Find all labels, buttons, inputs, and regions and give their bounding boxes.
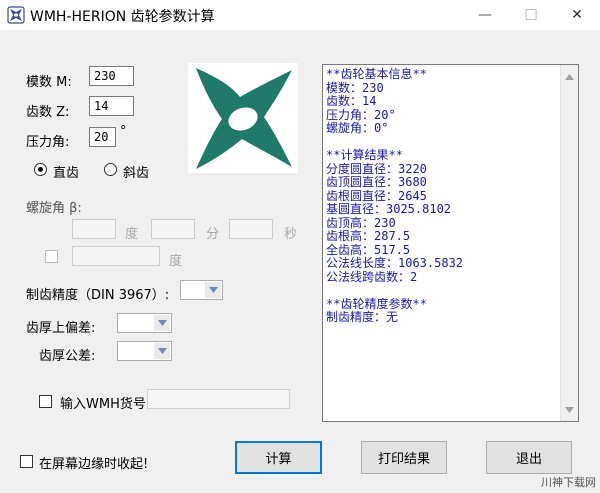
- decimal-degree-input[interactable]: [72, 246, 160, 266]
- module-input[interactable]: 230: [89, 66, 134, 86]
- combo-arrow-icon: [154, 315, 170, 331]
- collapse-edge-checkbox[interactable]: [20, 455, 33, 468]
- combo-arrow-icon: [154, 343, 170, 359]
- helix-second-unit: 秒: [284, 227, 298, 242]
- combo-arrow-icon: [205, 282, 221, 298]
- pressure-angle-label: 压力角:: [26, 135, 70, 150]
- print-result-button[interactable]: 打印结果: [361, 441, 447, 474]
- thickness-tolerance-label: 齿厚公差:: [39, 349, 96, 364]
- wmh-part-input[interactable]: [147, 389, 290, 409]
- app-icon: [7, 6, 25, 24]
- helix-minute-unit: 分: [206, 227, 220, 242]
- wmh-part-checkbox[interactable]: [39, 395, 52, 408]
- collapse-edge-label[interactable]: 在屏幕边缘时收起!: [39, 453, 148, 472]
- upper-deviation-select[interactable]: [117, 313, 172, 333]
- helix-second-input[interactable]: [229, 219, 273, 239]
- teeth-input[interactable]: 14: [89, 96, 134, 116]
- exit-button[interactable]: 退出: [486, 441, 572, 474]
- module-label: 模数 M:: [26, 75, 72, 90]
- maximize-button[interactable]: ☐: [508, 0, 554, 30]
- title-bar[interactable]: WMH-HERION 齿轮参数计算 — ☐ ✕: [0, 0, 600, 30]
- teeth-label: 齿数 Z:: [26, 105, 70, 120]
- result-text: **齿轮基本信息** 模数：230 齿数：14 压力角：20° 螺旋角：0° *…: [326, 67, 464, 324]
- decimal-degree-unit: 度: [169, 254, 183, 269]
- wmh-part-label[interactable]: 输入WMH货号: [60, 393, 146, 412]
- close-button[interactable]: ✕: [554, 0, 600, 30]
- scroll-up-arrow-icon[interactable]: [565, 69, 574, 84]
- maximize-icon: ☐: [524, 6, 538, 24]
- minimize-button[interactable]: —: [462, 0, 508, 30]
- helical-gear-radio[interactable]: [104, 163, 117, 176]
- scroll-down-arrow-icon[interactable]: [565, 402, 574, 417]
- spur-gear-radio[interactable]: [34, 163, 47, 176]
- company-logo: [188, 63, 298, 173]
- upper-deviation-label: 齿厚上偏差:: [26, 321, 96, 336]
- helix-degree-unit: 度: [125, 227, 139, 242]
- decimal-degree-checkbox[interactable]: [45, 250, 58, 263]
- app-window: WMH-HERION 齿轮参数计算 — ☐ ✕ 模数 M: 230 齿数 Z: …: [0, 0, 600, 493]
- minimize-icon: —: [478, 7, 492, 23]
- spur-gear-label[interactable]: 直齿: [53, 162, 79, 181]
- helix-degree-input[interactable]: [72, 219, 116, 239]
- window-title: WMH-HERION 齿轮参数计算: [30, 9, 215, 25]
- degree-unit: °: [120, 124, 127, 139]
- site-watermark: 川神下载网: [541, 476, 596, 489]
- calculate-button[interactable]: 计算: [235, 441, 322, 474]
- precision-select[interactable]: [180, 280, 223, 300]
- pressure-angle-input[interactable]: 20: [89, 127, 116, 147]
- helix-angle-label: 螺旋角 β:: [26, 201, 82, 216]
- result-scrollbar[interactable]: [560, 65, 578, 421]
- helix-minute-input[interactable]: [151, 219, 195, 239]
- precision-label: 制齿精度（DIN 3967）:: [26, 288, 170, 303]
- result-textbox[interactable]: **齿轮基本信息** 模数：230 齿数：14 压力角：20° 螺旋角：0° *…: [322, 64, 579, 422]
- helical-gear-label[interactable]: 斜齿: [123, 162, 149, 181]
- close-icon: ✕: [571, 7, 583, 23]
- thickness-tolerance-select[interactable]: [117, 341, 172, 361]
